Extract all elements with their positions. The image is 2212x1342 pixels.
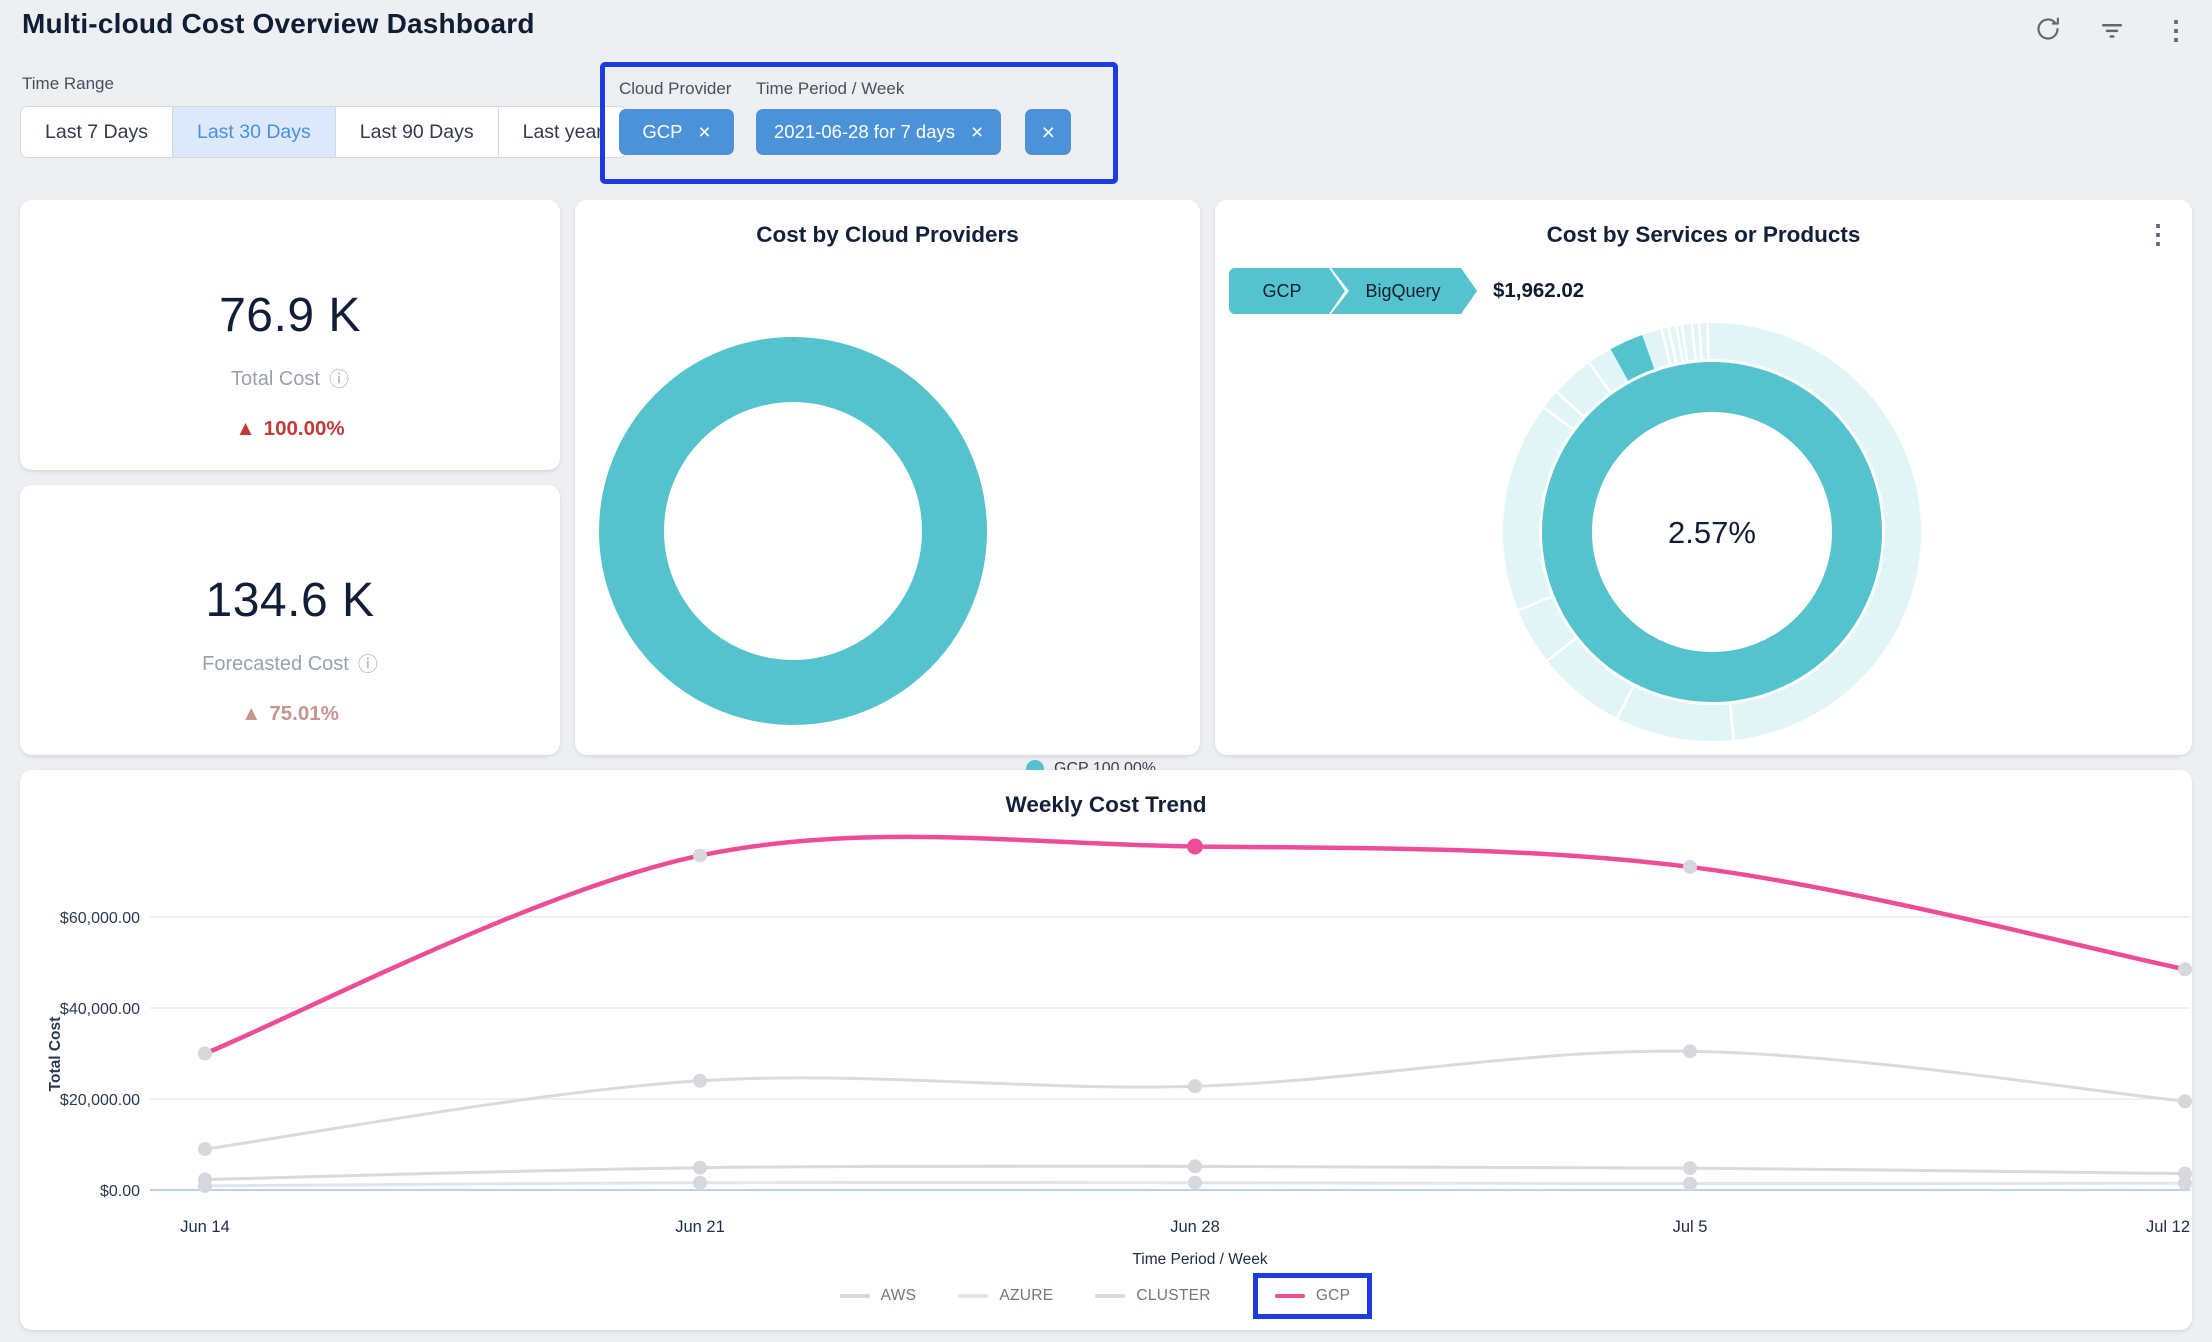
svg-text:$40,000.00: $40,000.00: [60, 1001, 140, 1018]
cost-by-cloud-providers-card: Cost by Cloud Providers GCP 100.00%: [575, 200, 1200, 755]
legend-item-aws[interactable]: AWS: [840, 1287, 917, 1305]
delta-up-icon: ▲: [241, 702, 261, 726]
filter-button[interactable]: [2092, 10, 2132, 50]
annotation-box-gcp-legend: GCP: [1253, 1273, 1373, 1319]
cloud-provider-chip-value: GCP: [642, 121, 682, 143]
svg-text:Jul 5: Jul 5: [1673, 1218, 1708, 1236]
svg-text:Jun 14: Jun 14: [180, 1218, 230, 1236]
forecasted-cost-value: 134.6 K: [206, 577, 375, 625]
legend-label: AZURE: [999, 1287, 1053, 1305]
services-sunburst-chart: 2.57%: [1215, 200, 2192, 755]
svg-text:Total Cost: Total Cost: [47, 1017, 64, 1092]
time-range-label: Time Range: [22, 74, 114, 94]
cloud-provider-label: Cloud Provider: [619, 79, 756, 99]
total-cost-label: Total Cost: [231, 368, 320, 391]
svg-text:Time Period / Week: Time Period / Week: [1132, 1251, 1267, 1268]
info-icon[interactable]: ⓘ: [329, 370, 349, 390]
time-range-last-30-days[interactable]: Last 30 Days: [173, 106, 336, 158]
header-toolbar: ⋮: [2028, 10, 2196, 50]
clear-filters-button[interactable]: ×: [1025, 109, 1071, 155]
svg-text:Jun 28: Jun 28: [1170, 1218, 1220, 1236]
forecasted-cost-delta: 75.01%: [269, 702, 339, 726]
trend-legend: AWS AZURE CLUSTER GCP: [20, 1273, 2192, 1319]
legend-line-sample: [1275, 1294, 1305, 1298]
svg-text:Jun 21: Jun 21: [675, 1218, 725, 1236]
legend-label: AWS: [881, 1287, 917, 1305]
time-period-chip[interactable]: 2021-06-28 for 7 days ×: [756, 109, 1001, 155]
svg-text:Jul 12: Jul 12: [2146, 1218, 2190, 1236]
total-cost-value: 76.9 K: [219, 292, 361, 340]
total-cost-card: 76.9 K Total Cost ⓘ ▲ 100.00%: [20, 200, 560, 470]
refresh-button[interactable]: [2028, 10, 2068, 50]
dashboard-page: Multi-cloud Cost Overview Dashboard ⋮ Ti…: [0, 0, 2212, 1342]
legend-label: GCP: [1316, 1287, 1351, 1305]
annotation-box-filters: Cloud Provider Time Period / Week GCP × …: [600, 62, 1118, 184]
more-options-button[interactable]: ⋮: [2156, 10, 2196, 50]
filter-icon: [2097, 14, 2127, 47]
legend-line-sample: [958, 1294, 988, 1298]
legend-line-sample: [1095, 1294, 1125, 1298]
refresh-icon: [2033, 14, 2063, 47]
chip-close-icon[interactable]: ×: [698, 122, 710, 143]
legend-item-gcp[interactable]: GCP: [1275, 1287, 1351, 1305]
cost-by-services-card: Cost by Services or Products ⋮ GCP BigQu…: [1215, 200, 2192, 755]
forecasted-cost-card: 134.6 K Forecasted Cost ⓘ ▲ 75.01%: [20, 485, 560, 755]
weekly-cost-trend-card: Weekly Cost Trend $0.00 $20,000.00 $40,000…: [20, 770, 2192, 1330]
provider-donut-chart: [575, 200, 1200, 755]
info-icon[interactable]: ⓘ: [358, 655, 378, 675]
time-range-last-90-days[interactable]: Last 90 Days: [336, 106, 499, 158]
svg-text:$20,000.00: $20,000.00: [60, 1092, 140, 1109]
trend-line-chart: $0.00 $20,000.00 $40,000.00 $60,000.00 Total…: [20, 820, 2192, 1270]
time-range-segmented-control: Last 7 Days Last 30 Days Last 90 Days La…: [20, 106, 628, 158]
cloud-provider-chip[interactable]: GCP ×: [619, 109, 734, 155]
trend-chart-title: Weekly Cost Trend: [20, 792, 2192, 818]
chip-close-icon[interactable]: ×: [971, 122, 983, 143]
svg-text:$0.00: $0.00: [100, 1183, 140, 1200]
delta-up-icon: ▲: [235, 417, 255, 441]
close-icon: ×: [1042, 119, 1055, 146]
legend-item-cluster[interactable]: CLUSTER: [1095, 1287, 1210, 1305]
time-period-chip-value: 2021-06-28 for 7 days: [774, 121, 955, 143]
legend-item-azure[interactable]: AZURE: [958, 1287, 1053, 1305]
time-range-last-7-days[interactable]: Last 7 Days: [20, 106, 173, 158]
total-cost-delta: 100.00%: [264, 417, 345, 441]
svg-text:$60,000.00: $60,000.00: [60, 910, 140, 927]
page-title: Multi-cloud Cost Overview Dashboard: [22, 8, 535, 40]
forecasted-cost-label: Forecasted Cost: [202, 653, 349, 676]
legend-line-sample: [840, 1294, 870, 1298]
legend-label: CLUSTER: [1136, 1287, 1210, 1305]
kebab-menu-icon: ⋮: [2163, 17, 2189, 43]
time-period-label: Time Period / Week: [756, 79, 904, 99]
sunburst-center-label: 2.57%: [1668, 515, 1756, 550]
